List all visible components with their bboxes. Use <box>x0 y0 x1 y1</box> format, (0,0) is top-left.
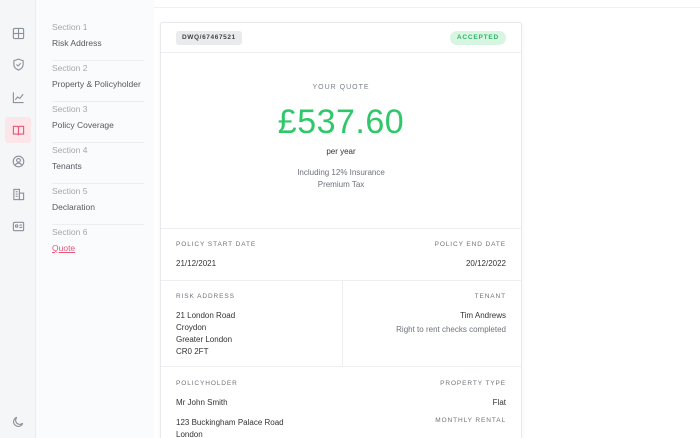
policyholder-label: POLICYHOLDER <box>176 380 238 387</box>
step-name[interactable]: Quote <box>52 243 144 253</box>
address-line: Greater London <box>176 335 233 344</box>
step-number: Section 1 <box>52 22 88 32</box>
building-icon[interactable] <box>8 184 28 204</box>
step-name: Tenants <box>52 161 82 171</box>
tenant-label: TENANT <box>474 293 506 300</box>
step-policy-coverage[interactable]: Section 3 Policy Coverage <box>52 104 144 143</box>
step-name: Risk Address <box>52 38 102 48</box>
step-number: Section 5 <box>52 186 88 196</box>
property-type-label: PROPERTY TYPE <box>440 380 506 387</box>
shield-icon[interactable] <box>8 54 28 74</box>
risk-address-value: 21 London Road Croydon Greater London CR… <box>176 310 235 358</box>
status-badge: ACCEPTED <box>449 31 506 45</box>
section-steps: Section 1 Risk Address Section 2 Propert… <box>36 0 154 438</box>
quote-period: per year <box>326 147 356 156</box>
policy-end-value: 20/12/2022 <box>465 259 506 268</box>
quote-card: DWQ/67467521 ACCEPTED YOUR QUOTE £537.60… <box>160 22 522 438</box>
divider <box>161 52 521 53</box>
moon-icon[interactable] <box>8 411 28 431</box>
user-icon[interactable] <box>8 151 28 171</box>
book-icon[interactable] <box>5 117 31 143</box>
step-risk-address[interactable]: Section 1 Risk Address <box>52 22 144 61</box>
divider <box>161 366 521 367</box>
step-number: Section 2 <box>52 63 88 73</box>
header-divider <box>154 7 700 8</box>
step-property-policyholder[interactable]: Section 2 Property & Policyholder <box>52 63 144 102</box>
step-name: Property & Policyholder <box>52 79 141 89</box>
risk-address-label: RISK ADDRESS <box>176 293 235 300</box>
address-line: CR0 2FT <box>176 347 209 356</box>
policy-end-label: POLICY END DATE <box>434 241 506 248</box>
quote-reference-badge: DWQ/67467521 <box>176 31 242 45</box>
address-line: 21 London Road <box>176 311 236 320</box>
monthly-rental-label: MONTHLY RENTAL <box>435 417 506 424</box>
address-line: London <box>176 430 203 438</box>
quote-label: YOUR QUOTE <box>312 84 370 91</box>
tenant-note: Right to rent checks completed <box>396 325 506 334</box>
address-line: Croydon <box>176 323 207 332</box>
chart-icon[interactable] <box>8 87 28 107</box>
step-number: Section 6 <box>52 227 88 237</box>
quote-price: £537.60 <box>277 103 405 141</box>
policyholder-name: Mr John Smith <box>176 398 228 407</box>
id-card-icon[interactable] <box>8 216 28 236</box>
step-quote[interactable]: Section 6 Quote <box>52 227 144 257</box>
policy-start-label: POLICY START DATE <box>176 241 257 248</box>
property-type-value: Flat <box>492 398 506 407</box>
step-number: Section 3 <box>52 104 88 114</box>
tax-note-line: Including 12% Insurance <box>297 168 385 177</box>
address-line: 123 Buckingham Palace Road <box>176 418 284 427</box>
policy-start-value: 21/12/2021 <box>176 259 217 268</box>
column-divider <box>342 280 343 366</box>
step-declaration[interactable]: Section 5 Declaration <box>52 186 144 225</box>
grid-icon[interactable] <box>8 23 28 43</box>
tax-note-line: Premium Tax <box>317 180 365 189</box>
tax-note: Including 12% Insurance Premium Tax <box>161 167 521 191</box>
tenant-name: Tim Andrews <box>460 311 506 320</box>
step-number: Section 4 <box>52 145 88 155</box>
divider <box>161 228 521 229</box>
nav-rail <box>0 0 36 438</box>
divider <box>161 280 521 281</box>
step-name: Policy Coverage <box>52 120 114 130</box>
policyholder-address: 123 Buckingham Palace Road London <box>176 417 284 438</box>
step-tenants[interactable]: Section 4 Tenants <box>52 145 144 184</box>
step-name: Declaration <box>52 202 95 212</box>
